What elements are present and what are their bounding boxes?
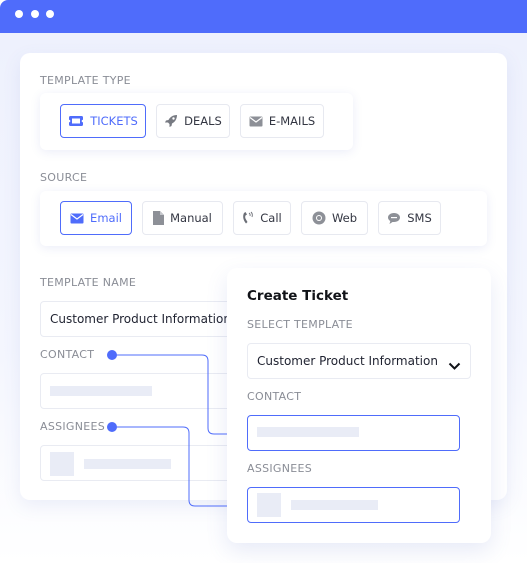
template-name-value: Customer Product Information [50, 312, 231, 326]
ticket-assignee-name-skeleton [291, 500, 378, 510]
ticket-contact-skeleton [257, 427, 359, 437]
create-ticket-panel: Create Ticket SELECT TEMPLATE Customer P… [227, 268, 491, 543]
phone-call-icon [242, 211, 254, 225]
select-template-label: SELECT TEMPLATE [247, 318, 353, 331]
rocket-icon [164, 114, 178, 128]
ticket-contact-field[interactable] [247, 415, 460, 451]
template-type-label: TEMPLATE TYPE [40, 74, 131, 87]
ticket-assignee-avatar-skeleton [257, 493, 281, 517]
select-template-dropdown[interactable]: Customer Product Information [247, 343, 471, 379]
template-type-group: TICKETS DEALS E-MAILS [40, 93, 353, 150]
envelope-icon [70, 213, 84, 224]
template-name-label: TEMPLATE NAME [40, 276, 137, 289]
contact-label: CONTACT [40, 348, 95, 361]
template-type-emails[interactable]: E-MAILS [240, 104, 324, 138]
envelope-icon [249, 116, 263, 127]
chevron-down-icon[interactable] [448, 356, 461, 375]
source-web-label: Web [331, 211, 358, 225]
source-call-label: Call [260, 211, 282, 225]
ticket-icon [68, 115, 85, 127]
assignee-avatar-skeleton [50, 452, 74, 476]
select-template-value: Customer Product Information [257, 354, 438, 368]
source-manual-label: Manual [170, 211, 212, 225]
source-call[interactable]: Call [233, 201, 291, 235]
source-group: Email Manual Call Web SMS [40, 191, 487, 246]
source-sms[interactable]: SMS [378, 201, 441, 235]
assignees-connector-dot [107, 422, 117, 432]
template-type-emails-label: E-MAILS [268, 114, 316, 128]
app-window: TEMPLATE TYPE TICKETS DEALS E-MAILS SOUR… [0, 0, 527, 563]
browser-icon [312, 211, 326, 225]
source-email[interactable]: Email [60, 201, 132, 235]
template-type-tickets[interactable]: TICKETS [60, 104, 146, 138]
window-control-dot[interactable] [15, 10, 23, 18]
template-type-deals-label: DEALS [184, 114, 222, 128]
contact-placeholder-skeleton [50, 386, 152, 396]
create-ticket-title: Create Ticket [247, 288, 349, 304]
template-type-tickets-label: TICKETS [90, 114, 138, 128]
ticket-assignees-field[interactable] [247, 487, 460, 523]
document-icon [153, 211, 165, 225]
contact-connector-dot [107, 350, 117, 360]
source-label: SOURCE [40, 171, 88, 184]
window-control-dot[interactable] [31, 10, 39, 18]
ticket-contact-label: CONTACT [247, 390, 302, 403]
window-control-dot[interactable] [46, 10, 54, 18]
window-titlebar [0, 0, 527, 33]
assignees-label: ASSIGNEES [40, 420, 106, 433]
ticket-assignees-label: ASSIGNEES [247, 462, 313, 475]
assignee-name-skeleton [84, 459, 171, 469]
source-manual[interactable]: Manual [142, 201, 223, 235]
source-web[interactable]: Web [301, 201, 368, 235]
sms-bubble-icon [387, 212, 401, 225]
source-email-label: Email [90, 211, 122, 225]
source-sms-label: SMS [407, 211, 432, 225]
template-type-deals[interactable]: DEALS [156, 104, 230, 138]
